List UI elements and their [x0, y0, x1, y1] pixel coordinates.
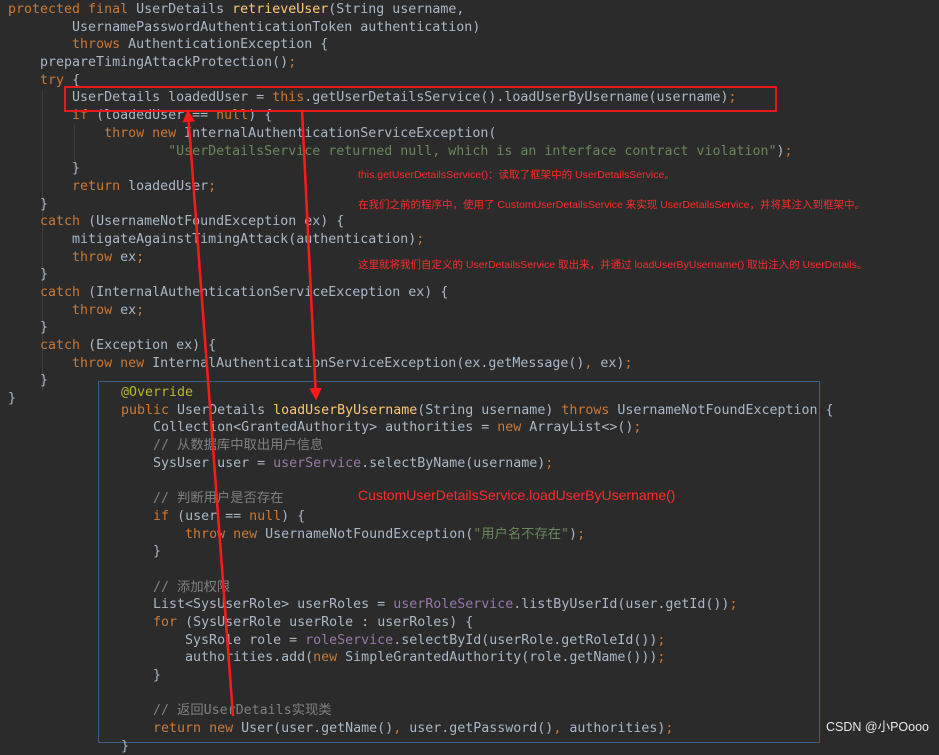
annotation-arrows [182, 109, 322, 717]
csdn-watermark: CSDN @小POooo [826, 720, 929, 734]
arrow-up-to-call-site [182, 109, 235, 717]
arrow-down-to-implementation [300, 109, 322, 401]
